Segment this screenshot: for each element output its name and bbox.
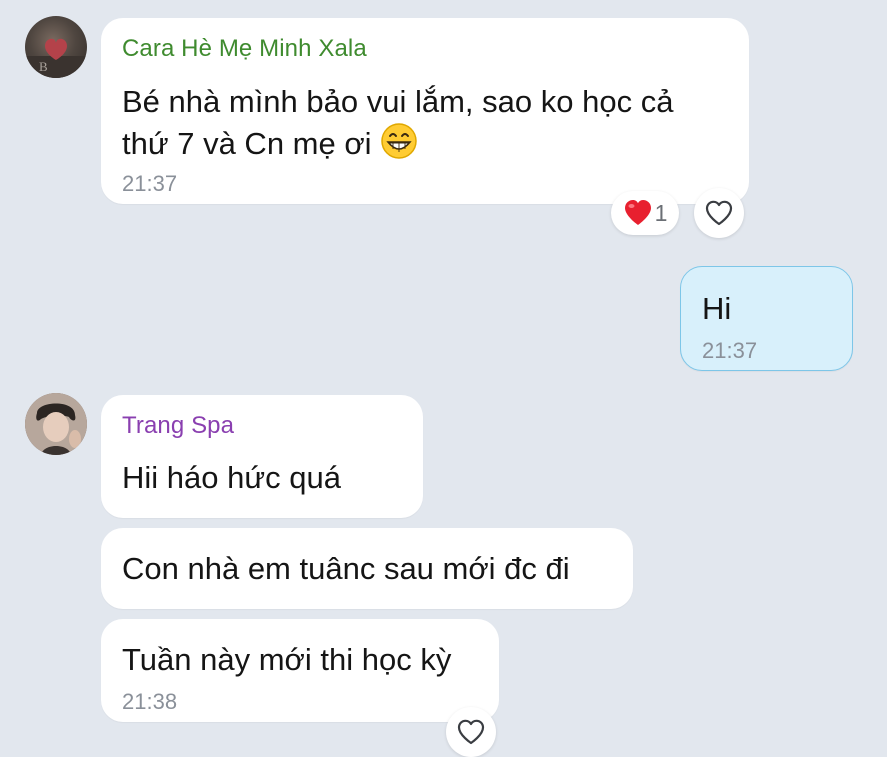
message-bubble-trang-1[interactable]: Trang Spa Hii háo hức quá [101,395,423,518]
message-bubble-cara[interactable]: Cara Hè Mẹ Minh Xala Bé nhà mình bảo vui… [101,18,749,204]
message-text: Con nhà em tuânc sau mới đc đi [122,551,570,586]
reaction-count: 1 [654,199,668,226]
message-time: 21:37 [702,338,758,363]
avatar-trang-spa-image [25,393,87,455]
avatar-trang-spa[interactable] [25,393,87,455]
message-bubble-trang-2[interactable]: Con nhà em tuânc sau mới đc đi [101,528,633,609]
react-heart-button[interactable] [446,707,496,757]
heart-outline-icon [705,200,733,226]
message-text-line-2: thứ 7 và Cn mẹ ơi [122,126,372,161]
grinning-face-emoji-icon [381,123,417,159]
message-text-line-1: Bé nhà mình bảo vui lắm, sao ko học cả [122,84,674,119]
message-time: 21:38 [122,689,178,714]
avatar-cara[interactable]: B [25,16,87,78]
reaction-summary[interactable]: 1 [611,191,679,235]
svg-text:B: B [39,59,48,74]
message-text: Hi [702,291,732,326]
message-time: 21:37 [122,171,178,196]
red-heart-icon [624,200,651,225]
message-text: Hii háo hức quá [122,460,341,495]
message-text-line-2-row: thứ 7 và Cn mẹ ơi [122,122,418,165]
sender-name[interactable]: Trang Spa [122,412,234,440]
react-heart-button[interactable] [694,188,744,238]
avatar-cara-image: B [25,38,87,78]
message-bubble-trang-3[interactable]: Tuần này mới thi học kỳ 21:38 [101,619,499,722]
message-text: Tuần này mới thi học kỳ [122,642,452,677]
sender-name[interactable]: Cara Hè Mẹ Minh Xala [122,35,367,63]
heart-outline-icon [457,719,485,745]
message-bubble-mine[interactable]: Hi 21:37 [680,266,853,371]
